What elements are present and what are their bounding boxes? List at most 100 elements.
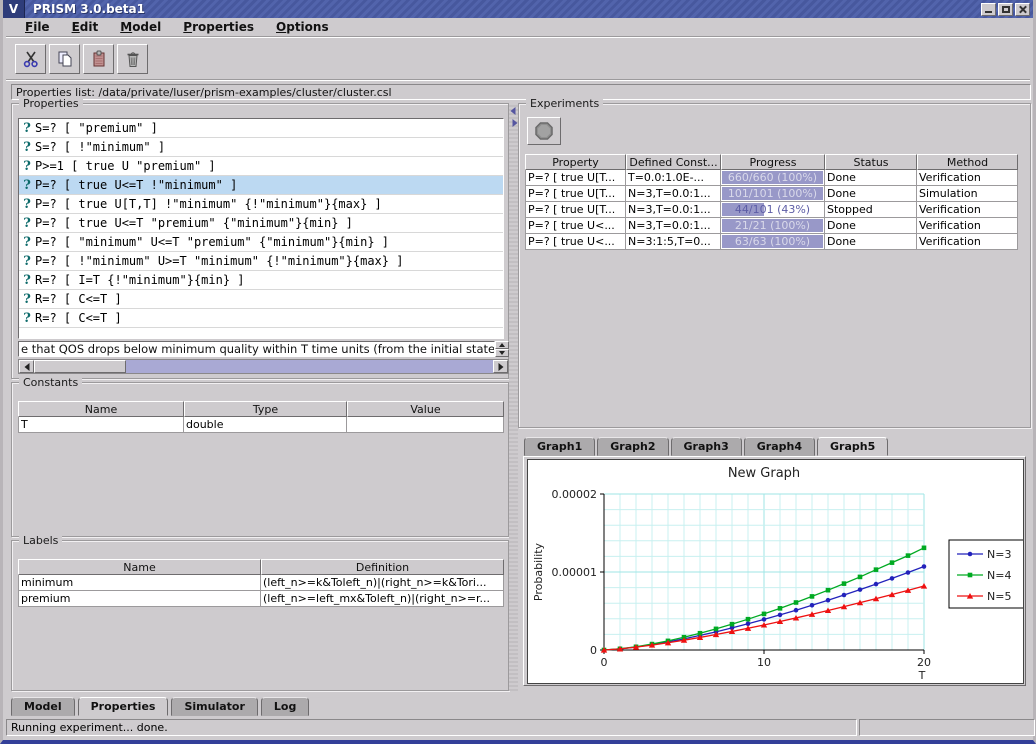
- table-header-row: PropertyDefined Const...ProgressStatusMe…: [525, 154, 1026, 170]
- scrollbar-thumb[interactable]: [34, 360, 126, 373]
- method-cell: Simulation: [917, 186, 1018, 202]
- stop-experiment-button[interactable]: [527, 117, 561, 145]
- column-header[interactable]: Name: [18, 559, 261, 575]
- constants-table[interactable]: NameTypeValueTdouble: [18, 401, 504, 433]
- experiments-group-title: Experiments: [526, 97, 603, 110]
- experiments-table[interactable]: PropertyDefined Const...ProgressStatusMe…: [525, 154, 1026, 250]
- cut-button[interactable]: [15, 44, 46, 74]
- labels-table[interactable]: NameDefinitionminimum(left_n>=k&Toleft_n…: [18, 559, 504, 607]
- table-cell: P=? [ true U[T...: [525, 186, 626, 202]
- tab-model[interactable]: Model: [11, 697, 75, 716]
- experiment-row[interactable]: P=? [ true U<...N=3:1:5,T=0...63/63 (100…: [525, 234, 1026, 250]
- menu-properties[interactable]: Properties: [174, 19, 263, 35]
- properties-list[interactable]: ?S=? [ "premium" ]?S=? [ !"minimum" ]?P>…: [18, 118, 504, 339]
- column-header[interactable]: Status: [825, 154, 917, 170]
- question-icon: ?: [19, 235, 35, 250]
- experiment-row[interactable]: P=? [ true U<...N=3,T=0.0:1...21/21 (100…: [525, 218, 1026, 234]
- tab-graph2[interactable]: Graph2: [597, 437, 668, 456]
- column-header[interactable]: Name: [18, 401, 184, 417]
- table-cell: N=3,T=0.0:1...: [626, 218, 721, 234]
- tab-graph5[interactable]: Graph5: [817, 437, 888, 456]
- scroll-right-button[interactable]: [493, 360, 508, 373]
- status-cell: Done: [825, 186, 917, 202]
- copy-button[interactable]: [49, 44, 80, 74]
- svg-text:0.00001: 0.00001: [552, 566, 598, 579]
- spinner-down-button[interactable]: [495, 349, 509, 357]
- paste-button[interactable]: [83, 44, 114, 74]
- property-row[interactable]: ?P=? [ true U[T,T] !"minimum" {!"minimum…: [19, 195, 503, 214]
- property-text: P>=1 [ true U "premium" ]: [35, 159, 216, 173]
- window-frame: V PRISM 3.0.beta1 FileEditModelPropertie…: [0, 0, 1036, 744]
- column-header[interactable]: Defined Const...: [626, 154, 721, 170]
- table-cell: N=3,T=0.0:1...: [626, 186, 721, 202]
- maximize-button[interactable]: [998, 3, 1013, 16]
- status-cell: Done: [825, 218, 917, 234]
- experiment-row[interactable]: P=? [ true U[T...T=0.0:1.0E-...660/660 (…: [525, 170, 1026, 186]
- tab-log[interactable]: Log: [261, 697, 309, 716]
- comment-spinner[interactable]: [495, 341, 509, 357]
- panel-splitter[interactable]: [509, 103, 518, 691]
- close-button[interactable]: [1015, 3, 1030, 16]
- table-cell: (left_n>=left_mx&Toleft_n)|(right_n>=r..…: [261, 591, 504, 607]
- delete-button[interactable]: [117, 44, 148, 74]
- property-row[interactable]: ?S=? [ "premium" ]: [19, 119, 503, 138]
- column-header[interactable]: Type: [184, 401, 347, 417]
- question-icon: ?: [19, 216, 35, 231]
- window-title: PRISM 3.0.beta1: [33, 2, 145, 16]
- column-header[interactable]: Method: [917, 154, 1018, 170]
- table-row[interactable]: premium(left_n>=left_mx&Toleft_n)|(right…: [18, 591, 504, 607]
- minimize-button[interactable]: [981, 3, 996, 16]
- scrollbar-track[interactable]: [126, 360, 493, 373]
- tab-graph4[interactable]: Graph4: [744, 437, 815, 456]
- property-text: R=? [ I=T {!"minimum"}{min} ]: [35, 273, 245, 287]
- property-row[interactable]: ?R=? [ C<=T ]: [19, 290, 503, 309]
- experiment-row[interactable]: P=? [ true U[T...N=3,T=0.0:1...44/101 (4…: [525, 202, 1026, 218]
- menu-options[interactable]: Options: [267, 19, 338, 35]
- svg-text:20: 20: [917, 656, 931, 669]
- window-menu-icon[interactable]: V: [3, 0, 25, 18]
- splitter-collapse-right-icon[interactable]: [513, 119, 518, 127]
- scissors-icon: [21, 49, 41, 69]
- spinner-up-button[interactable]: [495, 341, 509, 349]
- progress-text: 660/660 (100%): [721, 170, 824, 185]
- properties-horizontal-scrollbar[interactable]: [18, 359, 509, 374]
- table-row[interactable]: Tdouble: [18, 417, 504, 433]
- progress-bar: 21/21 (100%): [721, 218, 825, 234]
- property-text: S=? [ !"minimum" ]: [35, 140, 165, 154]
- tab-properties[interactable]: Properties: [78, 697, 169, 716]
- method-cell: Verification: [917, 170, 1018, 186]
- status-progress-area: [859, 719, 1035, 736]
- splitter-collapse-left-icon[interactable]: [511, 107, 516, 115]
- experiment-row[interactable]: P=? [ true U[T...N=3,T=0.0:1...101/101 (…: [525, 186, 1026, 202]
- scroll-left-button[interactable]: [19, 360, 34, 373]
- column-header[interactable]: Value: [347, 401, 504, 417]
- property-row[interactable]: ?P>=1 [ true U "premium" ]: [19, 157, 503, 176]
- property-row[interactable]: ?R=? [ C<=T ]: [19, 309, 503, 328]
- column-header[interactable]: Progress: [721, 154, 825, 170]
- column-header[interactable]: Definition: [261, 559, 504, 575]
- progress-text: 63/63 (100%): [721, 234, 824, 249]
- tab-simulator[interactable]: Simulator: [171, 697, 257, 716]
- progress-bar: 63/63 (100%): [721, 234, 825, 250]
- property-row[interactable]: ?P=? [ true U<=T "premium" {"minimum"}{m…: [19, 214, 503, 233]
- column-header[interactable]: Property: [525, 154, 626, 170]
- properties-list-path: Properties list: /data/private/luser/pri…: [11, 84, 1031, 100]
- property-row[interactable]: ?P=? [ !"minimum" U>=T "minimum" {!"mini…: [19, 252, 503, 271]
- menu-edit[interactable]: Edit: [63, 19, 108, 35]
- property-row[interactable]: ?P=? [ "minimum" U<=T "premium" {"minimu…: [19, 233, 503, 252]
- property-comment-field[interactable]: e that QOS drops below minimum quality w…: [18, 341, 495, 357]
- tab-graph3[interactable]: Graph3: [671, 437, 742, 456]
- svg-text:0: 0: [590, 644, 597, 657]
- table-row[interactable]: minimum(left_n>=k&Toleft_n)|(right_n>=k&…: [18, 575, 504, 591]
- table-cell: P=? [ true U<...: [525, 234, 626, 250]
- status-cell: Done: [825, 170, 917, 186]
- property-row[interactable]: ?P=? [ true U<=T !"minimum" ]: [19, 176, 503, 195]
- property-row[interactable]: ?S=? [ !"minimum" ]: [19, 138, 503, 157]
- method-cell: Verification: [917, 202, 1018, 218]
- property-text: R=? [ C<=T ]: [35, 311, 122, 325]
- stop-octagon-icon: [533, 120, 555, 142]
- menu-file[interactable]: File: [16, 19, 59, 35]
- menu-model[interactable]: Model: [111, 19, 170, 35]
- tab-graph1[interactable]: Graph1: [524, 437, 595, 456]
- property-row[interactable]: ?R=? [ I=T {!"minimum"}{min} ]: [19, 271, 503, 290]
